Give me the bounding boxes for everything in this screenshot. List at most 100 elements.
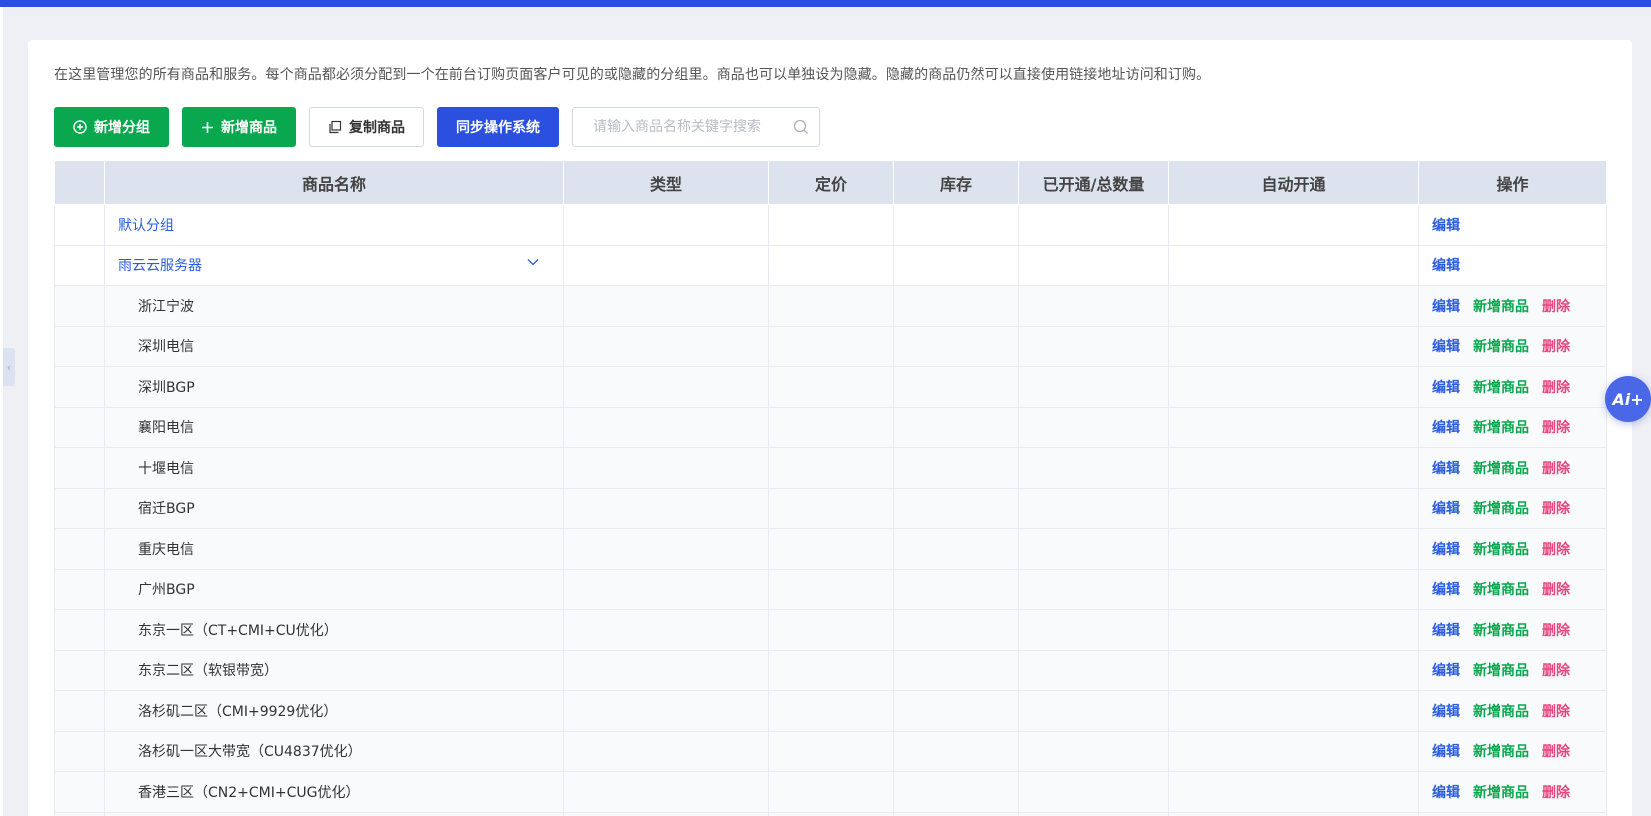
actions-cell: 编辑 新增商品 删除 [1418,406,1607,448]
chevron-left-icon: ‹ [6,360,12,374]
copy-product-button[interactable]: 复制商品 [309,107,424,147]
add-product-link[interactable]: 新增商品 [1473,582,1529,598]
actions-cell: 编辑 [1418,244,1607,286]
sidebar-collapse-handle[interactable]: ‹ [3,348,15,386]
product-row [54,811,1607,816]
row-select [54,811,105,816]
add-product-link[interactable]: 新增商品 [1473,542,1529,558]
product-name: 十堰电信 [104,447,564,489]
product-name: 深圳电信 [104,325,564,367]
sync-os-button[interactable]: 同步操作系统 [437,107,559,147]
actions-cell: 编辑 新增商品 删除 [1418,609,1607,651]
edit-link[interactable]: 编辑 [1432,663,1460,679]
edit-link[interactable]: 编辑 [1432,380,1460,396]
add-product-link[interactable]: 新增商品 [1473,420,1529,436]
actions-cell: 编辑 新增商品 删除 [1418,771,1607,813]
add-product-link[interactable]: 新增商品 [1473,339,1529,355]
group-name-cell: 默认分组 [104,204,564,246]
group-row: 默认分组 编辑 [54,204,1607,246]
product-name: 东京二区（软银带宽） [104,649,564,691]
product-row: 广州BGP 编辑 新增商品 删除 [54,568,1607,610]
group-name-link[interactable]: 雨云云服务器 [118,258,202,274]
ai-assistant-button[interactable]: Ai+ [1605,376,1651,422]
header-opened-total: 已开通/总数量 [1018,160,1169,205]
delete-link[interactable]: 删除 [1542,542,1570,558]
chevron-down-icon[interactable] [527,258,539,266]
row-select [54,649,105,691]
add-product-link[interactable]: 新增商品 [1473,380,1529,396]
edit-link[interactable]: 编辑 [1432,623,1460,639]
row-select [54,366,105,408]
edit-link[interactable]: 编辑 [1432,582,1460,598]
add-product-link[interactable]: 新增商品 [1473,785,1529,801]
product-name: 深圳BGP [104,366,564,408]
delete-link[interactable]: 删除 [1542,785,1570,801]
search-box [572,107,820,147]
edit-link[interactable]: 编辑 [1432,339,1460,355]
edit-link[interactable]: 编辑 [1432,704,1460,720]
top-accent-bar [0,0,1651,7]
left-sidebar-edge [0,7,3,816]
edit-link[interactable]: 编辑 [1432,744,1460,760]
row-select [54,204,105,246]
delete-link[interactable]: 删除 [1542,663,1570,679]
actions-cell: 编辑 新增商品 删除 [1418,447,1607,489]
edit-link[interactable]: 编辑 [1432,420,1460,436]
header-type: 类型 [563,160,769,205]
delete-link[interactable]: 删除 [1542,704,1570,720]
edit-link[interactable]: 编辑 [1432,785,1460,801]
row-select [54,771,105,813]
delete-link[interactable]: 删除 [1542,339,1570,355]
edit-link[interactable]: 编辑 [1432,258,1460,274]
edit-link[interactable]: 编辑 [1432,218,1460,234]
add-product-button[interactable]: 新增商品 [182,107,296,147]
delete-link[interactable]: 删除 [1542,501,1570,517]
actions-cell: 编辑 新增商品 删除 [1418,568,1607,610]
delete-link[interactable]: 删除 [1542,582,1570,598]
product-name: 香港三区（CN2+CMI+CUG优化） [104,771,564,813]
delete-link[interactable]: 删除 [1542,744,1570,760]
row-select [54,487,105,529]
add-product-link[interactable]: 新增商品 [1473,501,1529,517]
add-product-link[interactable]: 新增商品 [1473,461,1529,477]
product-row: 重庆电信 编辑 新增商品 删除 [54,528,1607,570]
row-select [54,406,105,448]
add-product-link[interactable]: 新增商品 [1473,299,1529,315]
search-input[interactable] [593,119,793,135]
add-product-link[interactable]: 新增商品 [1473,623,1529,639]
actions-cell: 编辑 新增商品 删除 [1418,690,1607,732]
group-name-link[interactable]: 默认分组 [118,218,174,234]
row-select [54,730,105,772]
row-select [54,528,105,570]
product-name: 襄阳电信 [104,406,564,448]
delete-link[interactable]: 删除 [1542,461,1570,477]
actions-cell: 编辑 新增商品 删除 [1418,730,1607,772]
delete-link[interactable]: 删除 [1542,299,1570,315]
group-row: 雨云云服务器 编辑 [54,244,1607,286]
group-name-cell: 雨云云服务器 [104,244,564,286]
product-row: 深圳BGP 编辑 新增商品 删除 [54,366,1607,408]
actions-cell: 编辑 新增商品 删除 [1418,528,1607,570]
add-product-link[interactable]: 新增商品 [1473,704,1529,720]
search-icon[interactable] [793,119,809,135]
toolbar: 新增分组 新增商品 复制商品 同步操作系统 [54,107,820,147]
add-product-label: 新增商品 [221,120,277,136]
delete-link[interactable]: 删除 [1542,380,1570,396]
row-select [54,244,105,286]
edit-link[interactable]: 编辑 [1432,461,1460,477]
add-product-link[interactable]: 新增商品 [1473,744,1529,760]
delete-link[interactable]: 删除 [1542,420,1570,436]
actions-cell: 编辑 新增商品 删除 [1418,285,1607,327]
delete-link[interactable]: 删除 [1542,623,1570,639]
edit-link[interactable]: 编辑 [1432,501,1460,517]
edit-link[interactable]: 编辑 [1432,542,1460,558]
edit-link[interactable]: 编辑 [1432,299,1460,315]
product-name: 重庆电信 [104,528,564,570]
row-select [54,447,105,489]
add-product-link[interactable]: 新增商品 [1473,663,1529,679]
header-name: 商品名称 [104,160,564,205]
product-row: 十堰电信 编辑 新增商品 删除 [54,447,1607,489]
add-group-button[interactable]: 新增分组 [54,107,169,147]
product-row: 东京一区（CT+CMI+CU优化） 编辑 新增商品 删除 [54,609,1607,651]
header-stock: 库存 [893,160,1019,205]
